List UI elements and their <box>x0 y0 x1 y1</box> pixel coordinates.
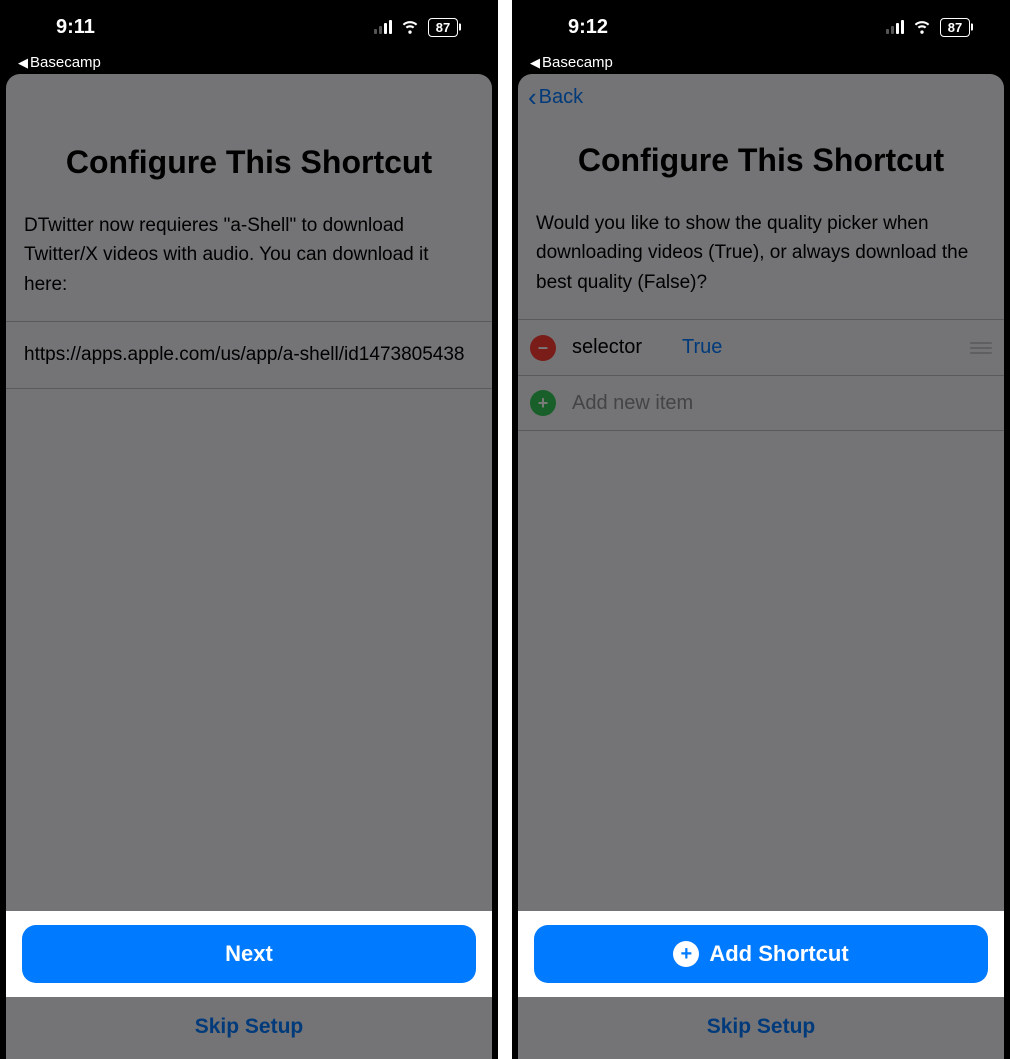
screenshot-right: 9:12 87 ◀ Basecamp ‹ Back Configure This… <box>512 0 1010 1059</box>
back-arrow-icon: ◀ <box>18 55 28 71</box>
status-icons: 87 <box>374 15 458 40</box>
clock: 9:11 <box>56 16 95 39</box>
add-shortcut-button[interactable]: + Add Shortcut <box>534 925 988 983</box>
breadcrumb-label: Basecamp <box>542 54 613 71</box>
skip-setup-link[interactable]: Skip Setup <box>6 997 492 1039</box>
clock: 9:12 <box>568 16 608 39</box>
dictionary-row[interactable]: – selector True <box>518 319 1004 375</box>
skip-setup-link[interactable]: Skip Setup <box>518 997 1004 1039</box>
wifi-icon <box>912 15 932 40</box>
add-shortcut-label: Add Shortcut <box>709 941 848 967</box>
back-button[interactable]: ‹ Back <box>528 84 583 110</box>
back-arrow-icon: ◀ <box>530 55 540 71</box>
wifi-icon <box>400 15 420 40</box>
page-title: Configure This Shortcut <box>6 74 492 211</box>
modal-sheet: ‹ Back Configure This Shortcut Would you… <box>518 74 1004 1059</box>
description-text: DTwitter now requieres "a-Shell" to down… <box>6 211 492 321</box>
cellular-icon <box>374 20 392 34</box>
dict-value[interactable]: True <box>682 336 722 359</box>
primary-button-bar: + Add Shortcut <box>518 911 1004 997</box>
page-title: Configure This Shortcut <box>518 120 1004 209</box>
next-button[interactable]: Next <box>22 925 476 983</box>
add-item-placeholder: Add new item <box>572 392 693 415</box>
cellular-icon <box>886 20 904 34</box>
url-text[interactable]: https://apps.apple.com/us/app/a-shell/id… <box>6 321 492 388</box>
dict-key[interactable]: selector <box>572 336 642 359</box>
breadcrumb-label: Basecamp <box>30 54 101 71</box>
modal-sheet: Configure This Shortcut DTwitter now req… <box>6 74 492 1059</box>
add-item-row[interactable]: + Add new item <box>518 375 1004 431</box>
drag-handle-icon[interactable] <box>970 342 992 354</box>
screenshot-left: 9:11 87 ◀ Basecamp Configure This Shortc… <box>0 0 498 1059</box>
add-item-button[interactable]: + <box>530 390 556 416</box>
chevron-left-icon: ‹ <box>528 84 537 110</box>
status-bar: 9:11 87 <box>0 0 498 54</box>
remove-item-button[interactable]: – <box>530 335 556 361</box>
status-bar: 9:12 87 <box>512 0 1010 54</box>
next-button-label: Next <box>225 941 273 967</box>
battery-icon: 87 <box>940 18 970 37</box>
back-label: Back <box>539 86 583 109</box>
status-icons: 87 <box>886 15 970 40</box>
primary-button-bar: Next <box>6 911 492 997</box>
battery-icon: 87 <box>428 18 458 37</box>
description-text: Would you like to show the quality picke… <box>518 209 1004 319</box>
plus-circle-icon: + <box>673 941 699 967</box>
